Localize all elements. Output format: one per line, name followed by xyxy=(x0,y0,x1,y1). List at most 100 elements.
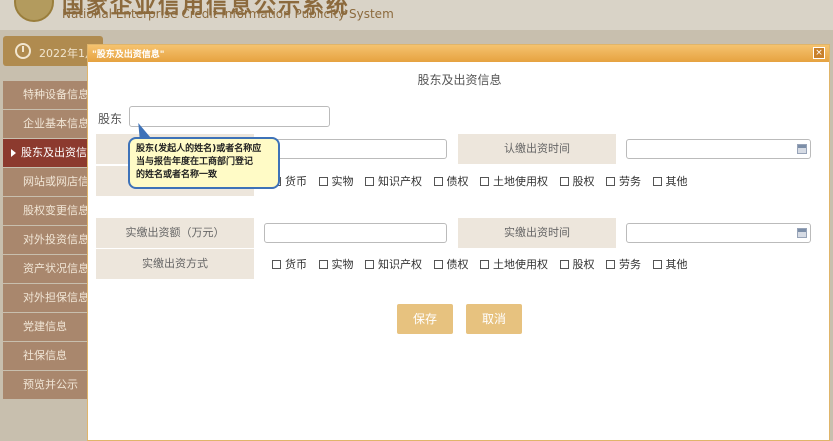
nav-item-assets[interactable]: 资产状况信息 xyxy=(3,255,87,283)
shareholder-tooltip: 股东(发起人的姓名)或者名称应 当与报告年度在工商部门登记 的姓名或者名称一致 xyxy=(128,137,280,189)
option-label: 土地使用权 xyxy=(493,258,548,271)
checkbox[interactable] xyxy=(318,260,328,269)
option-label: 劳务 xyxy=(619,258,641,271)
checkbox[interactable] xyxy=(365,260,374,269)
nav-item-investment[interactable]: 对外投资信息 xyxy=(3,226,87,254)
option-equity[interactable]: 股权 xyxy=(559,256,595,272)
nav-item-social-security[interactable]: 社保信息 xyxy=(3,342,87,370)
nav-item-label: 股权变更信息 xyxy=(23,204,87,217)
option-equity[interactable]: 股权 xyxy=(559,173,595,189)
nav-item-website[interactable]: 网站或网店信 xyxy=(3,168,87,196)
nav-item-label: 网站或网店信 xyxy=(23,175,87,188)
site-header: 国家企业信用信息公示系统 National Enterprise Credit … xyxy=(0,0,833,30)
option-label: 货币 xyxy=(285,175,307,188)
option-label: 股权 xyxy=(572,175,595,188)
option-label: 股权 xyxy=(572,258,595,271)
nav-item-label: 预览并公示 xyxy=(23,378,78,391)
shareholder-label: 股东 xyxy=(98,112,123,126)
option-label: 货币 xyxy=(285,258,307,271)
clock-icon xyxy=(15,43,31,59)
option-other[interactable]: 其他 xyxy=(652,173,688,189)
option-label: 知识产权 xyxy=(378,175,422,188)
checkbox[interactable] xyxy=(652,177,662,186)
option-debt[interactable]: 债权 xyxy=(433,173,469,189)
checkbox[interactable] xyxy=(559,260,569,269)
option-debt[interactable]: 债权 xyxy=(433,256,469,272)
checkbox[interactable] xyxy=(606,177,615,186)
option-label: 实物 xyxy=(331,258,354,271)
form-heading: 股东及出资信息 xyxy=(417,73,502,87)
site-subtitle: National Enterprise Credit Information P… xyxy=(62,7,394,21)
checkbox[interactable] xyxy=(606,260,615,269)
shareholder-name-input[interactable] xyxy=(129,106,330,127)
nav-item-label: 股东及出资信 xyxy=(21,146,87,159)
nav-item-label: 对外投资信息 xyxy=(23,233,87,246)
checkbox[interactable] xyxy=(480,260,489,269)
subscribed-amount-input[interactable] xyxy=(264,139,447,159)
checkbox[interactable] xyxy=(433,260,443,269)
option-label: 其他 xyxy=(665,258,688,271)
dialog-title: "股东及出资信息" xyxy=(92,50,165,60)
option-currency[interactable]: 货币 xyxy=(272,256,307,272)
tooltip-line: 股东(发起人的姓名)或者名称应 xyxy=(136,144,262,154)
nav-item-guarantee[interactable]: 对外担保信息 xyxy=(3,284,87,312)
subscribed-method-options: 货币 实物 知识产权 债权 土地使用权 股权 劳务 其他 xyxy=(272,173,696,189)
option-physical[interactable]: 实物 xyxy=(318,173,354,189)
national-emblem-icon xyxy=(14,0,54,22)
option-label: 其他 xyxy=(665,175,688,188)
nav-item-party[interactable]: 党建信息 xyxy=(3,313,87,341)
nav-item-label: 社保信息 xyxy=(23,349,67,362)
tooltip-line: 的姓名或者名称一致 xyxy=(136,170,218,180)
cancel-button[interactable]: 取消 xyxy=(466,304,522,334)
option-label: 知识产权 xyxy=(378,258,422,271)
subscribed-time-input[interactable] xyxy=(626,139,811,159)
option-ip[interactable]: 知识产权 xyxy=(365,256,422,272)
paid-time-label: 实缴出资时间 xyxy=(458,218,616,248)
option-labor[interactable]: 劳务 xyxy=(606,256,641,272)
option-label: 土地使用权 xyxy=(493,175,548,188)
nav-item-preview[interactable]: 预览并公示 xyxy=(3,371,87,399)
nav-item-label: 特种设备信息 xyxy=(23,88,87,101)
option-land[interactable]: 土地使用权 xyxy=(480,256,548,272)
option-labor[interactable]: 劳务 xyxy=(606,173,641,189)
paid-method-row: 实缴出资方式 货币 实物 知识产权 债权 土地使用权 股权 劳务 其他 xyxy=(96,249,820,279)
save-button[interactable]: 保存 xyxy=(397,304,453,334)
caret-right-icon xyxy=(11,149,16,157)
close-button[interactable]: × xyxy=(813,47,825,59)
calendar-icon[interactable] xyxy=(797,228,807,238)
checkbox[interactable] xyxy=(480,177,489,186)
nav-item-equity-change[interactable]: 股权变更信息 xyxy=(3,197,87,225)
checkbox[interactable] xyxy=(318,177,328,186)
paid-amount-label: 实缴出资额（万元） xyxy=(96,218,254,248)
checkbox[interactable] xyxy=(433,177,443,186)
left-nav: 特种设备信息 企业基本信息 股东及出资信 网站或网店信 股权变更信息 对外投资信… xyxy=(3,81,87,400)
option-physical[interactable]: 实物 xyxy=(318,256,354,272)
option-label: 实物 xyxy=(331,175,354,188)
nav-item-label: 对外担保信息 xyxy=(23,291,87,304)
tooltip-line: 当与报告年度在工商部门登记 xyxy=(136,157,254,167)
option-label: 债权 xyxy=(446,258,469,271)
paid-amount-input[interactable] xyxy=(264,223,447,243)
subscribed-time-label: 认缴出资时间 xyxy=(458,134,616,164)
shareholder-dialog: "股东及出资信息" × 股东及出资信息 股东 认缴出资时间 货币 实物 知识产权… xyxy=(87,44,830,441)
option-ip[interactable]: 知识产权 xyxy=(365,173,422,189)
checkbox[interactable] xyxy=(272,260,281,269)
nav-item-label: 党建信息 xyxy=(23,320,67,333)
option-other[interactable]: 其他 xyxy=(652,256,688,272)
dialog-titlebar[interactable]: "股东及出资信息" × xyxy=(88,45,829,62)
checkbox[interactable] xyxy=(365,177,374,186)
nav-item-basic-info[interactable]: 企业基本信息 xyxy=(3,110,87,138)
checkbox[interactable] xyxy=(559,177,569,186)
paid-amount-row: 实缴出资额（万元） 实缴出资时间 xyxy=(96,218,820,248)
nav-item-label: 资产状况信息 xyxy=(23,262,87,275)
option-land[interactable]: 土地使用权 xyxy=(480,173,548,189)
nav-item-shareholders[interactable]: 股东及出资信 xyxy=(3,139,87,167)
option-label: 劳务 xyxy=(619,175,641,188)
checkbox[interactable] xyxy=(652,260,662,269)
nav-item-label: 企业基本信息 xyxy=(23,117,87,130)
calendar-icon[interactable] xyxy=(797,144,807,154)
nav-item-special-equipment[interactable]: 特种设备信息 xyxy=(3,81,87,109)
option-label: 债权 xyxy=(446,175,469,188)
paid-time-input[interactable] xyxy=(626,223,811,243)
paid-method-label: 实缴出资方式 xyxy=(96,249,254,279)
